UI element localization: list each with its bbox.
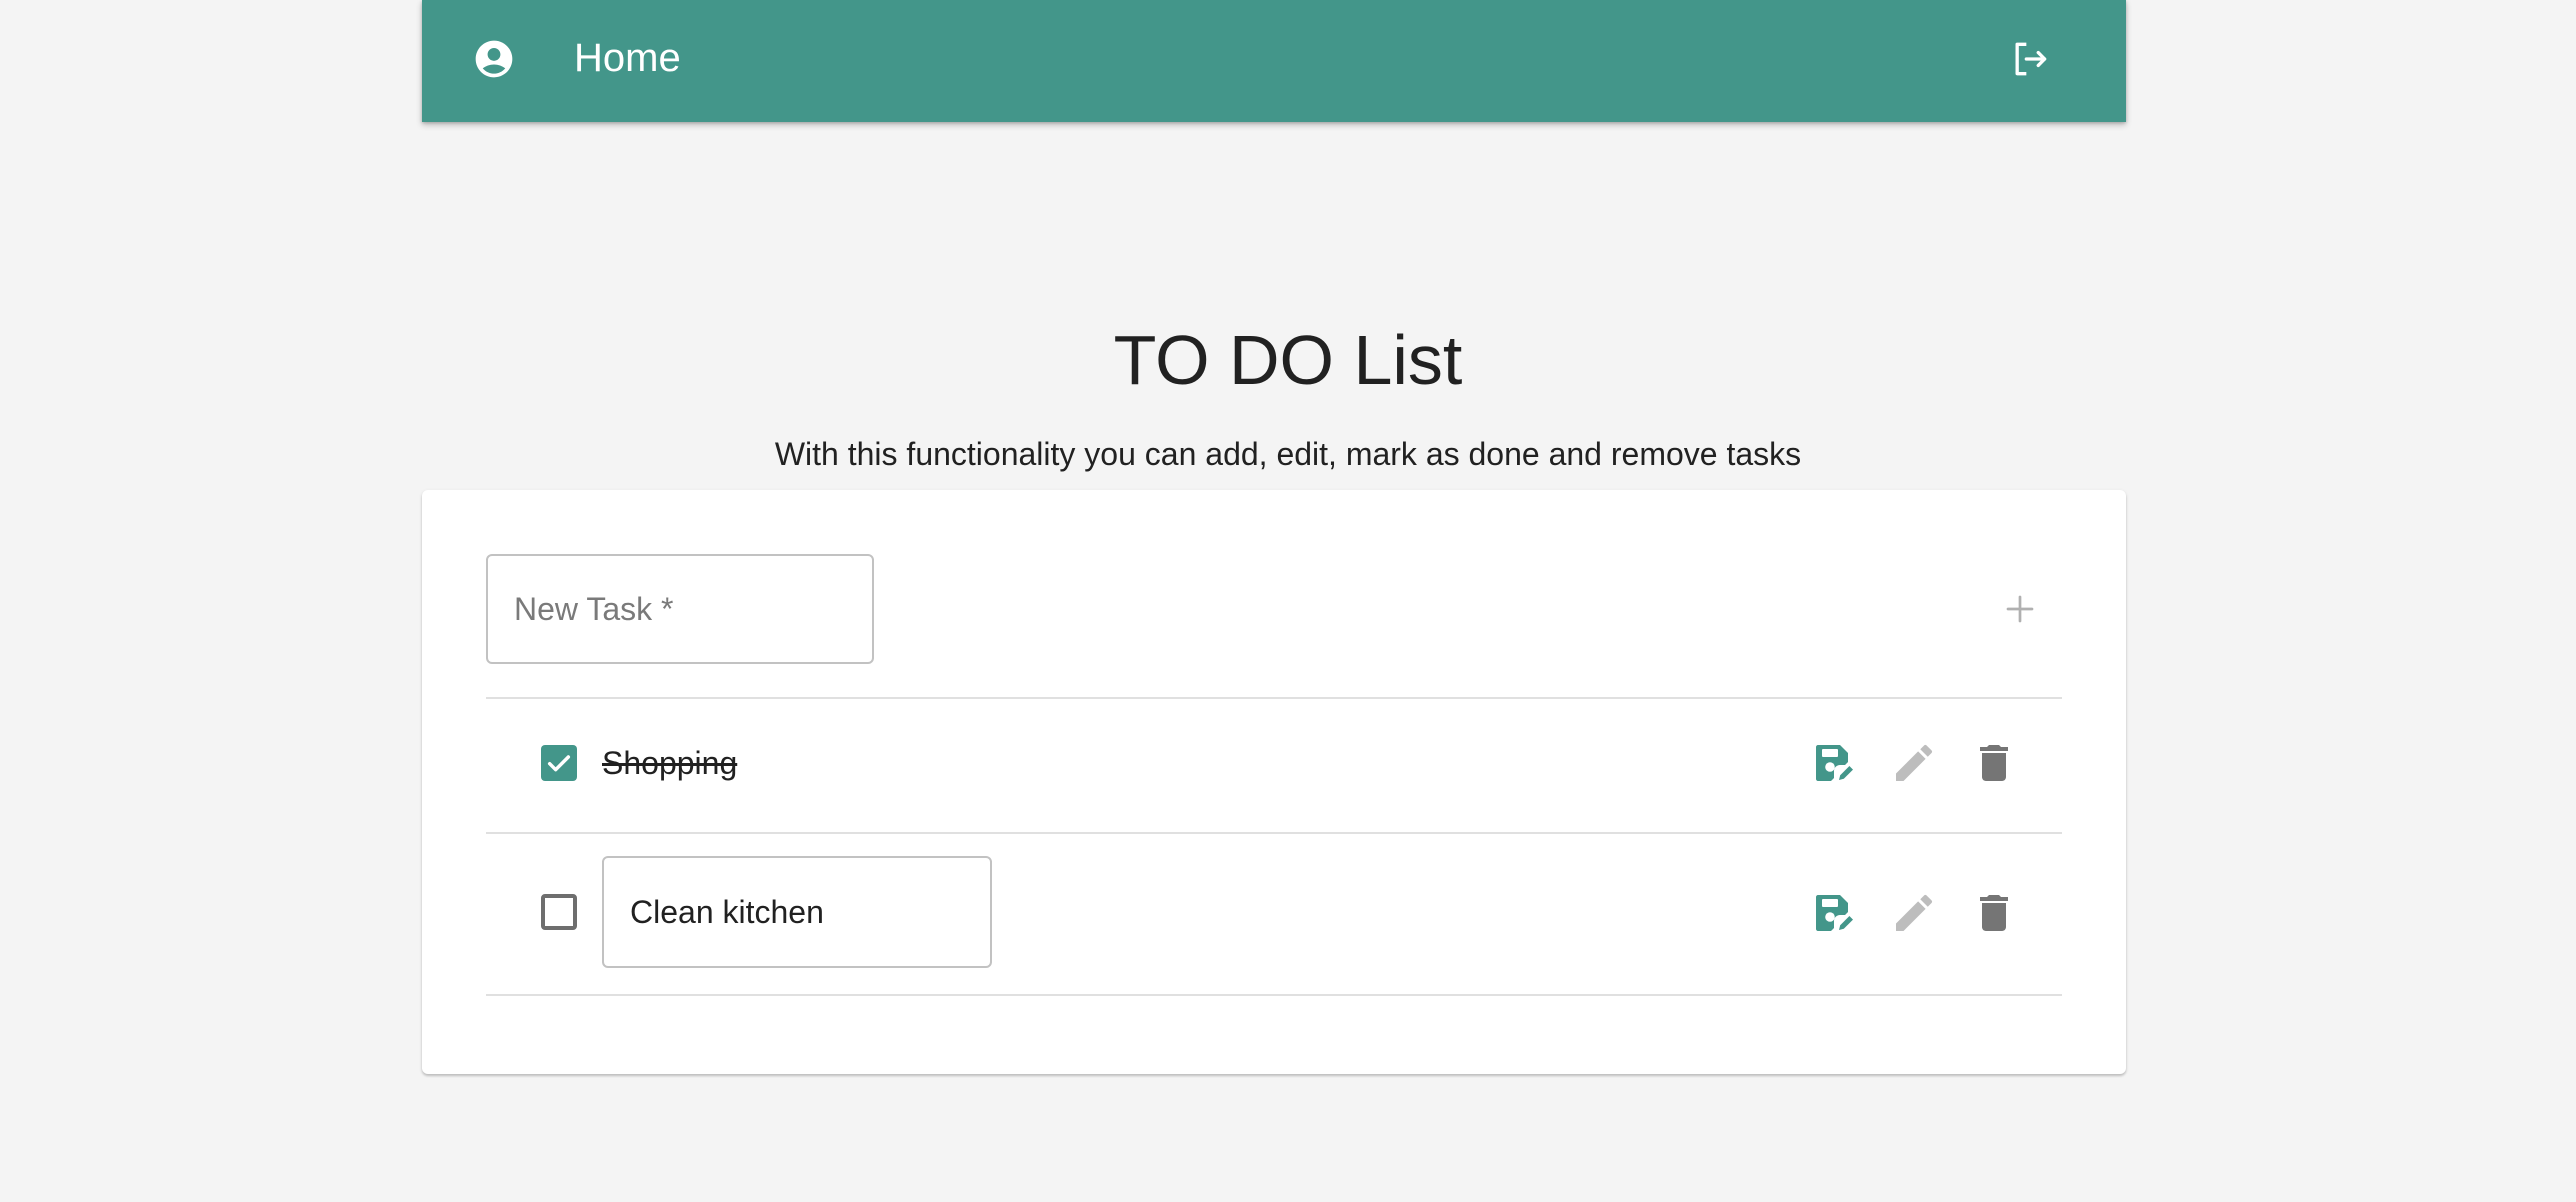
divider <box>486 994 2062 996</box>
task-checkbox-checked[interactable] <box>541 745 577 781</box>
task-checkbox-unchecked[interactable] <box>541 894 577 930</box>
task-label: Shopping <box>602 745 738 781</box>
todo-card: Shopping <box>422 490 2126 1074</box>
save-edit-icon[interactable] <box>1810 739 1858 787</box>
app-bar-title: Home <box>574 36 681 80</box>
app-bar: Home <box>422 0 2126 122</box>
logout-icon[interactable] <box>2008 37 2052 81</box>
save-edit-icon[interactable] <box>1810 889 1858 937</box>
page-subtitle: With this functionality you can add, edi… <box>774 436 1802 472</box>
trash-icon[interactable] <box>1970 889 2018 937</box>
page-title: TO DO List <box>1113 321 1463 399</box>
plus-icon[interactable] <box>1992 581 2048 637</box>
pencil-icon[interactable] <box>1890 889 1938 937</box>
task-row <box>486 834 2062 994</box>
new-task-input[interactable] <box>486 554 874 664</box>
task-row: Shopping <box>486 699 2062 832</box>
account-circle-icon[interactable] <box>472 37 516 81</box>
trash-icon[interactable] <box>1970 739 2018 787</box>
task-edit-input[interactable] <box>602 856 992 968</box>
pencil-icon[interactable] <box>1890 739 1938 787</box>
